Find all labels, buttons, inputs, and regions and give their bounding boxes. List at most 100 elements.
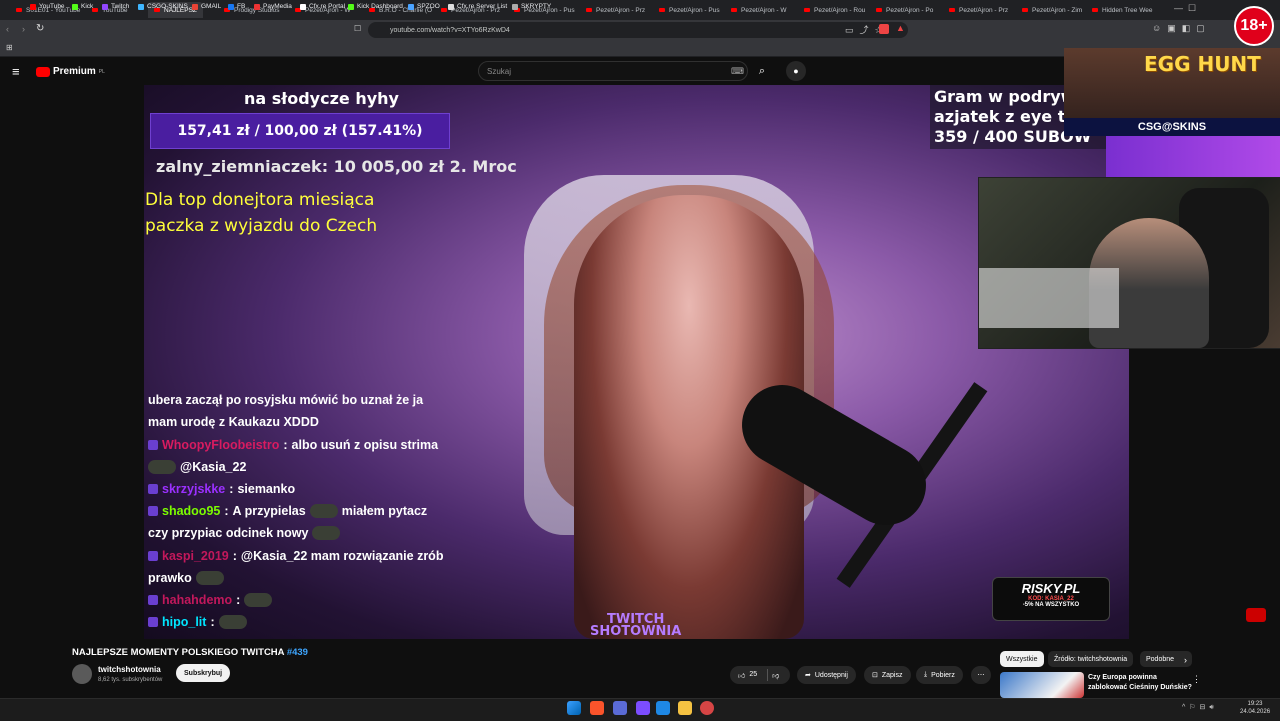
recommended-title-line2: zablokować Cieśniny Duńskie?: [1088, 684, 1192, 691]
bookmark-favicon-icon: [228, 3, 234, 10]
bookmark-item[interactable]: CSGO-SKINS: [138, 3, 188, 10]
chat-badge-icon: [148, 551, 158, 561]
bookmark-item[interactable]: FB: [228, 3, 245, 10]
app-icon[interactable]: [636, 701, 650, 715]
chat-message: hipo_lit:: [148, 615, 247, 629]
system-tray-icons[interactable]: ^⚐⊟🔊︎: [1182, 703, 1218, 712]
url-field[interactable]: youtube.com/watch?v=XTYo6RzKwD4: [368, 22, 908, 38]
recommended-title[interactable]: Czy Europa powinna zablokować Cieśniny D…: [1088, 673, 1192, 693]
brave-icon[interactable]: [590, 701, 604, 715]
browser-tab[interactable]: Pezet/Ajron - Zim: [1016, 2, 1088, 18]
goal-progress-bar: 157,41 zł / 100,00 zł (157.41%): [150, 113, 450, 149]
clock[interactable]: 19:23 24.04.2026: [1240, 700, 1270, 716]
chat-overlay: ubera zaczął po rosyjsku mówić bo uznał …: [144, 390, 484, 639]
microphone-icon: ●: [793, 66, 799, 76]
subscribe-button[interactable]: Subskrybuj: [176, 664, 231, 682]
age-rating-badge: 18+: [1234, 6, 1274, 46]
back-icon[interactable]: ‹: [6, 24, 9, 34]
start-icon[interactable]: [567, 701, 581, 715]
browser-tab[interactable]: Pezet/Ajron - Prz: [580, 2, 651, 18]
menu-icon[interactable]: ≡: [12, 64, 20, 79]
chat-separator: :: [283, 438, 288, 452]
apps-grid-icon[interactable]: ⊞: [6, 43, 13, 52]
like-button[interactable]: 👍︎ 25: [738, 671, 757, 680]
filter-chip[interactable]: Wszystkie: [1000, 651, 1044, 667]
bookmark-label: SKRYPTY: [521, 3, 552, 10]
bookmark-favicon-icon: [448, 3, 454, 10]
download-button[interactable]: ⤓ Pobierz: [916, 666, 963, 684]
chat-separator: :: [229, 482, 234, 496]
ad-brand: CSG@SKINS: [1064, 118, 1280, 136]
browser-tab[interactable]: Hidden Tree Wee: [1086, 2, 1158, 18]
channel-watermark: TWITCH SHOTOWNIA: [590, 613, 681, 638]
tab-label: Pezet/Ajron - W: [741, 6, 787, 14]
chat-badge-icon: [148, 440, 158, 450]
bookmark-item[interactable]: Kick: [72, 3, 93, 10]
file-explorer-icon[interactable]: [678, 701, 692, 715]
keyboard-icon[interactable]: ⌨: [731, 66, 744, 77]
youtube-subscribe-watermark-icon[interactable]: [1246, 608, 1266, 622]
video-title-text: NAJLEPSZE MOMENTY POLSKIEGO TWITCHA: [72, 647, 285, 658]
obs-icon[interactable]: [700, 701, 714, 715]
vscode-icon[interactable]: [656, 701, 670, 715]
window-controls[interactable]: — ☐: [1174, 3, 1234, 17]
channel-avatar[interactable]: [72, 664, 92, 684]
recommended-thumbnail[interactable]: [1000, 672, 1084, 698]
bookmark-item[interactable]: SKRYPTY: [512, 3, 551, 10]
browser-tab[interactable]: Pezet/Ajron - Po: [870, 2, 939, 18]
egg-hunt-ad[interactable]: EGG HUNT CSG@SKINS: [1064, 48, 1280, 136]
chat-text: miałem pytacz: [341, 504, 428, 518]
bookmark-item[interactable]: Cfx.re Server List: [448, 3, 507, 10]
video-hashtag[interactable]: #439: [287, 647, 308, 658]
chevron-right-icon[interactable]: ›: [1184, 655, 1187, 665]
forward-icon[interactable]: ›: [22, 24, 25, 34]
brave-shield-icon[interactable]: [879, 24, 889, 34]
bookmark-label: Cfx.re Portal: [309, 3, 346, 10]
chat-username: hahahdemo: [162, 593, 233, 607]
chat-message: czy przypiac odcinek nowy: [148, 526, 341, 540]
bookmark-item[interactable]: SPZOO: [408, 3, 440, 10]
subscriber-count: 8,62 tys. subskrybentów: [98, 677, 163, 683]
save-label: Zapisz: [881, 671, 903, 679]
recommended-more-icon[interactable]: ⋮: [1192, 674, 1201, 685]
bookmark-favicon-icon: [30, 3, 36, 10]
search-input[interactable]: Szukaj: [478, 61, 748, 81]
bookmark-item[interactable]: GMAIL: [192, 3, 221, 10]
chat-text: albo usuń z opisu strima: [291, 438, 439, 452]
bookmark-icon[interactable]: ☐: [354, 24, 361, 33]
filter-chip[interactable]: Źródło: twitchshotownia: [1048, 651, 1134, 667]
youtube-favicon-icon: [1022, 8, 1028, 12]
browser-tab[interactable]: Pezet/Ajron - Rou: [798, 2, 871, 18]
bookmark-item[interactable]: Twitch: [102, 3, 129, 10]
video-player[interactable]: na słodycze hyhy 157,41 zł / 100,00 zł (…: [144, 85, 1129, 639]
browser-tab[interactable]: Pezet/Ajron - Pus: [653, 2, 726, 18]
voice-search-button[interactable]: ●: [786, 61, 806, 81]
chat-badge-icon: [148, 484, 158, 494]
chat-emote: [148, 460, 176, 474]
rewards-icon[interactable]: ▲: [896, 23, 905, 33]
bookmark-item[interactable]: YouTube: [30, 3, 65, 10]
chat-badge-icon: [148, 595, 158, 605]
browser-tab[interactable]: Pezet/Ajron - W: [725, 2, 793, 18]
search-button[interactable]: ⌕: [752, 61, 772, 81]
dislike-button[interactable]: 👎︎: [772, 671, 779, 680]
chat-emote: [218, 615, 247, 629]
bookmark-favicon-icon: [192, 3, 198, 10]
chat-emote: [244, 593, 273, 607]
reload-icon[interactable]: ↻: [36, 23, 44, 34]
like-dislike-group: 👍︎ 25 👎︎: [730, 666, 790, 684]
more-actions-button[interactable]: ⋯: [971, 666, 991, 684]
channel-name[interactable]: twitchshotownia: [98, 665, 161, 674]
toolbar-icons[interactable]: ☺▣◧▢: [1152, 23, 1211, 34]
browser-tab[interactable]: Pezet/Ajron - Prz: [943, 2, 1014, 18]
bookmark-item[interactable]: Cfx.re Portal: [300, 3, 345, 10]
discord-icon[interactable]: [613, 701, 627, 715]
tab-label: Pezet/Ajron - Po: [886, 6, 934, 14]
recommended-title-line1: Czy Europa powinna: [1088, 674, 1157, 681]
bookmark-item[interactable]: Kick Dashboard: [348, 3, 403, 10]
bookmark-item[interactable]: PayMedia: [254, 3, 292, 10]
save-button[interactable]: ⊡ Zapisz: [864, 666, 911, 684]
share-button[interactable]: ➦ Udostępnij: [797, 666, 856, 684]
ad-mascot-strip: [1106, 136, 1280, 177]
youtube-logo[interactable]: Premium PL: [36, 66, 105, 77]
